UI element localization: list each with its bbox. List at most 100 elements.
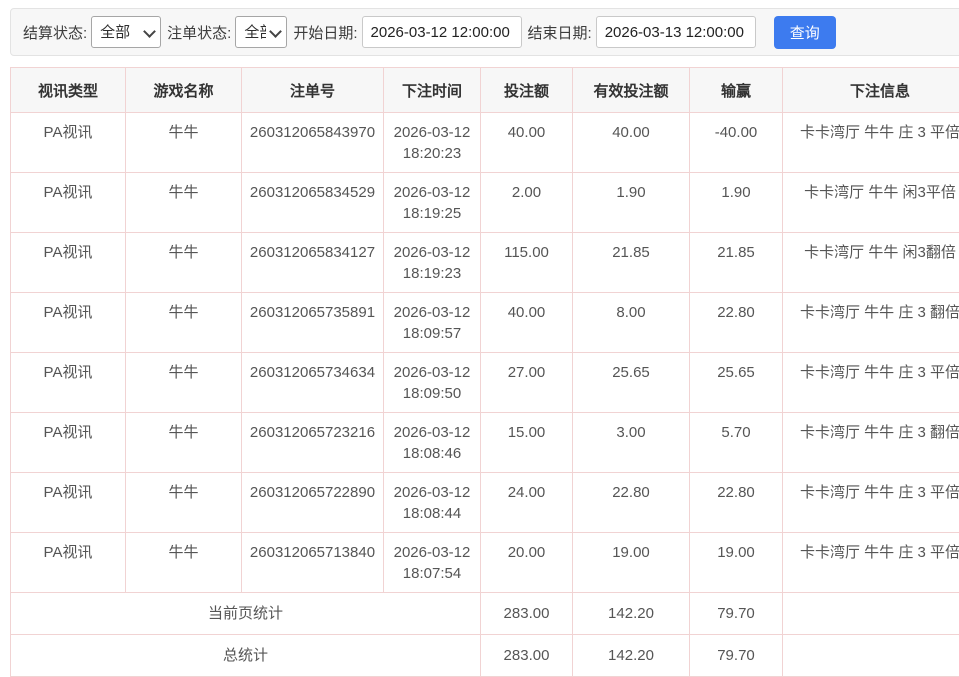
cell-win-loss: 1.90 <box>690 173 783 233</box>
cell-bet-time: 2026-03-12 18:07:54 <box>384 533 481 593</box>
cell-video-type: PA视讯 <box>11 113 126 173</box>
summary-row-grand-total: 总统计 283.00 142.20 79.70 <box>11 635 959 677</box>
cell-valid-amount: 19.00 <box>573 533 690 593</box>
cell-bet-id: 260312065713840 <box>242 533 384 593</box>
cell-video-type: PA视讯 <box>11 473 126 533</box>
start-date-input[interactable] <box>362 16 522 48</box>
cell-bet-amount: 15.00 <box>481 413 573 473</box>
cell-bet-id: 260312065723216 <box>242 413 384 473</box>
cell-win-loss: 5.70 <box>690 413 783 473</box>
header-bet-info: 下注信息 <box>783 68 959 113</box>
cell-game-name: 牛牛 <box>126 413 242 473</box>
cell-win-loss: 25.65 <box>690 353 783 413</box>
summary-valid-total: 142.20 <box>573 635 690 677</box>
start-date-label: 开始日期: <box>293 22 357 43</box>
cell-bet-amount: 27.00 <box>481 353 573 413</box>
end-date-input[interactable] <box>596 16 756 48</box>
table-header-row: 视讯类型 游戏名称 注单号 下注时间 投注额 有效投注额 输赢 下注信息 <box>11 68 959 113</box>
table-row: PA视讯 牛牛 260312065722890 2026-03-12 18:08… <box>11 473 959 533</box>
table-row: PA视讯 牛牛 260312065843970 2026-03-12 18:20… <box>11 113 959 173</box>
cell-bet-amount: 40.00 <box>481 293 573 353</box>
cell-win-loss: 21.85 <box>690 233 783 293</box>
table-row: PA视讯 牛牛 260312065734634 2026-03-12 18:09… <box>11 353 959 413</box>
cell-valid-amount: 1.90 <box>573 173 690 233</box>
cell-game-name: 牛牛 <box>126 533 242 593</box>
settle-status-label: 结算状态: <box>23 22 87 43</box>
header-game-name: 游戏名称 <box>126 68 242 113</box>
cell-bet-info: 卡卡湾厅 牛牛 闲3平倍 <box>783 173 959 233</box>
header-bet-id: 注单号 <box>242 68 384 113</box>
cell-bet-id: 260312065735891 <box>242 293 384 353</box>
cell-game-name: 牛牛 <box>126 293 242 353</box>
bet-status-select[interactable]: 全部 <box>235 16 287 48</box>
cell-game-name: 牛牛 <box>126 233 242 293</box>
cell-bet-info: 卡卡湾厅 牛牛 庄 3 平倍 <box>783 533 959 593</box>
summary-bet-total: 283.00 <box>481 593 573 635</box>
summary-win-loss-total: 79.70 <box>690 593 783 635</box>
header-video-type: 视讯类型 <box>11 68 126 113</box>
cell-bet-time: 2026-03-12 18:20:23 <box>384 113 481 173</box>
cell-video-type: PA视讯 <box>11 233 126 293</box>
cell-game-name: 牛牛 <box>126 173 242 233</box>
header-valid-amount: 有效投注额 <box>573 68 690 113</box>
table-row: PA视讯 牛牛 260312065834529 2026-03-12 18:19… <box>11 173 959 233</box>
cell-bet-amount: 20.00 <box>481 533 573 593</box>
cell-bet-amount: 24.00 <box>481 473 573 533</box>
header-bet-time: 下注时间 <box>384 68 481 113</box>
cell-win-loss: 19.00 <box>690 533 783 593</box>
cell-bet-time: 2026-03-12 18:09:57 <box>384 293 481 353</box>
table-row: PA视讯 牛牛 260312065834127 2026-03-12 18:19… <box>11 233 959 293</box>
bet-status-select-wrap[interactable]: 全部 <box>235 16 287 48</box>
cell-bet-info: 卡卡湾厅 牛牛 庄 3 平倍 <box>783 353 959 413</box>
header-win-loss: 输赢 <box>690 68 783 113</box>
cell-video-type: PA视讯 <box>11 173 126 233</box>
bet-status-label: 注单状态: <box>167 22 231 43</box>
cell-game-name: 牛牛 <box>126 353 242 413</box>
cell-bet-time: 2026-03-12 18:08:44 <box>384 473 481 533</box>
header-bet-amount: 投注额 <box>481 68 573 113</box>
summary-valid-total: 142.20 <box>573 593 690 635</box>
cell-game-name: 牛牛 <box>126 113 242 173</box>
cell-valid-amount: 3.00 <box>573 413 690 473</box>
cell-valid-amount: 40.00 <box>573 113 690 173</box>
query-button[interactable]: 查询 <box>774 16 836 49</box>
cell-valid-amount: 21.85 <box>573 233 690 293</box>
settle-status-select-wrap[interactable]: 全部 <box>91 16 161 48</box>
cell-bet-info: 卡卡湾厅 牛牛 庄 3 翻倍 <box>783 293 959 353</box>
summary-info-empty <box>783 593 959 635</box>
cell-bet-time: 2026-03-12 18:08:46 <box>384 413 481 473</box>
cell-bet-info: 卡卡湾厅 牛牛 庄 3 翻倍 <box>783 413 959 473</box>
summary-label: 总统计 <box>11 635 481 677</box>
settle-status-select[interactable]: 全部 <box>91 16 161 48</box>
summary-bet-total: 283.00 <box>481 635 573 677</box>
cell-video-type: PA视讯 <box>11 413 126 473</box>
table-row: PA视讯 牛牛 260312065735891 2026-03-12 18:09… <box>11 293 959 353</box>
cell-bet-id: 260312065734634 <box>242 353 384 413</box>
summary-win-loss-total: 79.70 <box>690 635 783 677</box>
cell-valid-amount: 8.00 <box>573 293 690 353</box>
bet-records-table: 视讯类型 游戏名称 注单号 下注时间 投注额 有效投注额 输赢 下注信息 PA视… <box>10 67 959 677</box>
table-row: PA视讯 牛牛 260312065713840 2026-03-12 18:07… <box>11 533 959 593</box>
betting-records-page: 结算状态: 全部 注单状态: 全部 开始日期: 结束日期: 查询 视讯类型 <box>0 0 959 677</box>
cell-bet-id: 260312065722890 <box>242 473 384 533</box>
summary-label: 当前页统计 <box>11 593 481 635</box>
summary-info-empty <box>783 635 959 677</box>
cell-bet-time: 2026-03-12 18:19:23 <box>384 233 481 293</box>
cell-win-loss: 22.80 <box>690 473 783 533</box>
cell-bet-id: 260312065834127 <box>242 233 384 293</box>
cell-bet-info: 卡卡湾厅 牛牛 闲3翻倍 <box>783 233 959 293</box>
cell-video-type: PA视讯 <box>11 353 126 413</box>
table-row: PA视讯 牛牛 260312065723216 2026-03-12 18:08… <box>11 413 959 473</box>
cell-valid-amount: 22.80 <box>573 473 690 533</box>
summary-row-current-page: 当前页统计 283.00 142.20 79.70 <box>11 593 959 635</box>
cell-valid-amount: 25.65 <box>573 353 690 413</box>
cell-bet-id: 260312065834529 <box>242 173 384 233</box>
cell-bet-info: 卡卡湾厅 牛牛 庄 3 平倍 <box>783 473 959 533</box>
cell-bet-time: 2026-03-12 18:19:25 <box>384 173 481 233</box>
cell-bet-amount: 115.00 <box>481 233 573 293</box>
filter-bar: 结算状态: 全部 注单状态: 全部 开始日期: 结束日期: 查询 <box>10 8 959 56</box>
cell-video-type: PA视讯 <box>11 293 126 353</box>
cell-win-loss: -40.00 <box>690 113 783 173</box>
cell-game-name: 牛牛 <box>126 473 242 533</box>
end-date-label: 结束日期: <box>528 22 592 43</box>
